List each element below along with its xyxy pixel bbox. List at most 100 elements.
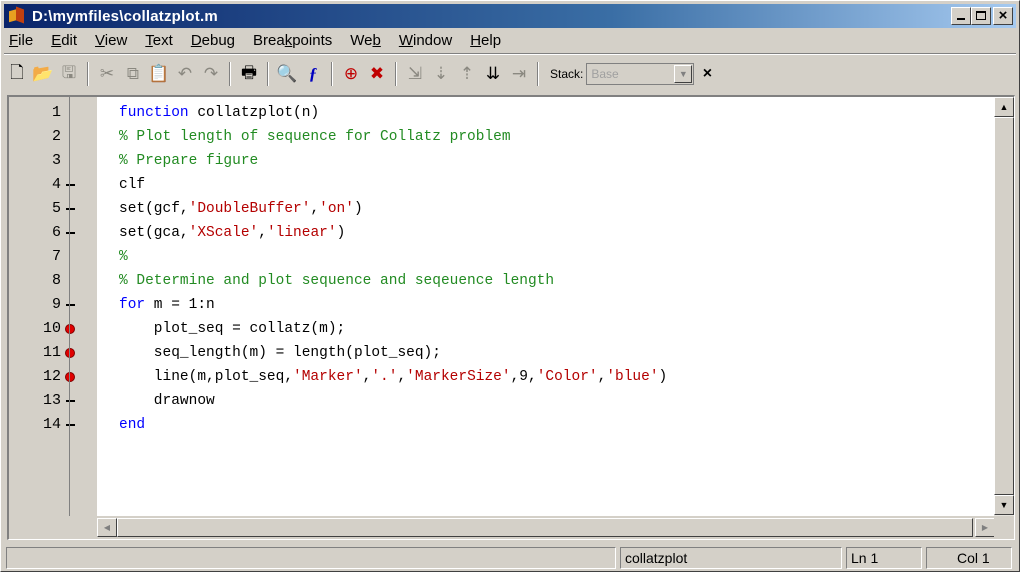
breakpoint-icon[interactable]	[63, 365, 77, 389]
line-number: 8	[51, 272, 61, 289]
scroll-down-icon[interactable]: ▼	[994, 495, 1014, 515]
step-in-icon[interactable]: ⇣	[428, 61, 454, 87]
close-button[interactable]: ×	[993, 7, 1013, 25]
empty-marker[interactable]	[63, 245, 77, 269]
close-icon[interactable]: ×	[698, 65, 716, 83]
gutter-row[interactable]: 10	[9, 317, 97, 341]
scroll-right-icon[interactable]: ▶	[975, 518, 995, 537]
copy-icon[interactable]: ⧉	[120, 61, 146, 87]
menu-debug[interactable]: Debug	[182, 30, 244, 52]
gutter-row[interactable]: 2	[9, 125, 97, 149]
gutter-row[interactable]: 11	[9, 341, 97, 365]
code-area[interactable]: function collatzplot(n)% Plot length of …	[97, 97, 995, 517]
toolbar: 🗋 📂 🖫 ✂ ⧉ 📋 ↶ ↷ 🖶 🔍 ƒ ⊕ ✖ ⇲ ⇣ ⇡ ⇊ ⇥ Stac…	[4, 57, 1016, 91]
menu-bar: File Edit View Text Debug Breakpoints Web Windo…	[4, 29, 1016, 53]
toolbar-separator	[395, 62, 397, 86]
gutter-row[interactable]: 12	[9, 365, 97, 389]
code-line[interactable]: drawnow	[119, 389, 215, 413]
gutter-row[interactable]: 3	[9, 149, 97, 173]
save-icon[interactable]: 🖫	[56, 61, 82, 87]
code-line[interactable]: seq_length(m) = length(plot_seq);	[119, 341, 441, 365]
gutter-row[interactable]: 5	[9, 197, 97, 221]
breakpoint-icon[interactable]	[63, 317, 77, 341]
executable-line-marker[interactable]	[63, 197, 77, 221]
executable-line-marker[interactable]	[63, 173, 77, 197]
scroll-left-icon[interactable]: ◀	[97, 518, 117, 537]
set-breakpoint-icon[interactable]: ⊕	[338, 61, 364, 87]
paste-icon[interactable]: 📋	[146, 61, 172, 87]
menu-window[interactable]: Window	[390, 30, 461, 52]
code-editor[interactable]: 1 2 3 4 5 6 7 8 9 10 11 12 13 14 function collatzplot…	[7, 95, 1015, 540]
redo-icon[interactable]: ↷	[198, 61, 224, 87]
scroll-up-icon[interactable]: ▲	[994, 97, 1014, 117]
empty-marker[interactable]	[63, 269, 77, 293]
code-line[interactable]: %	[119, 245, 128, 269]
menu-web[interactable]: Web	[341, 30, 390, 52]
stack-dropdown[interactable]: Base ▼	[586, 63, 695, 85]
menu-text[interactable]: Text	[136, 30, 182, 52]
executable-line-marker[interactable]	[63, 413, 77, 437]
menu-help[interactable]: Help	[461, 30, 510, 52]
gutter-row[interactable]: 13	[9, 389, 97, 413]
exit-debug-icon[interactable]: ⇥	[506, 61, 532, 87]
undo-icon[interactable]: ↶	[172, 61, 198, 87]
menu-view[interactable]: View	[86, 30, 136, 52]
step-out-icon[interactable]: ⇡	[454, 61, 480, 87]
line-number: 10	[42, 320, 61, 337]
executable-line-marker[interactable]	[63, 221, 77, 245]
code-line[interactable]: function collatzplot(n)	[119, 101, 319, 125]
chevron-down-icon[interactable]: ▼	[674, 65, 693, 83]
code-line[interactable]: for m = 1:n	[119, 293, 215, 317]
gutter-row[interactable]: 7	[9, 245, 97, 269]
code-line[interactable]: set(gca,'XScale','linear')	[119, 221, 345, 245]
minimize-icon	[957, 18, 965, 20]
open-file-icon[interactable]: 📂	[30, 61, 56, 87]
breakpoint-icon[interactable]	[63, 341, 77, 365]
line-number: 4	[51, 176, 61, 193]
line-number: 7	[51, 248, 61, 265]
horizontal-scrollbar[interactable]: ◀ ▶	[97, 516, 995, 539]
code-line[interactable]: clf	[119, 173, 145, 197]
step-icon[interactable]: ⇲	[402, 61, 428, 87]
code-line[interactable]: line(m,plot_seq,'Marker','.','MarkerSize…	[119, 365, 667, 389]
line-number-gutter[interactable]: 1 2 3 4 5 6 7 8 9 10 11 12 13 14	[9, 97, 97, 517]
code-line[interactable]: % Determine and plot sequence and seqeue…	[119, 269, 554, 293]
maximize-button[interactable]	[971, 7, 991, 25]
title-bar[interactable]: D:\mymfiles\collatzplot.m ×	[4, 4, 1016, 28]
code-line[interactable]: end	[119, 413, 145, 437]
code-line[interactable]: % Plot length of sequence for Collatz pr…	[119, 125, 511, 149]
empty-marker[interactable]	[63, 101, 77, 125]
line-number: 1	[51, 104, 61, 121]
code-line[interactable]: plot_seq = collatz(m);	[119, 317, 345, 341]
gutter-row[interactable]: 9	[9, 293, 97, 317]
gutter-row[interactable]: 8	[9, 269, 97, 293]
gutter-row[interactable]: 1	[9, 101, 97, 125]
menu-breakpoints[interactable]: Breakpoints	[244, 30, 341, 52]
empty-marker[interactable]	[63, 125, 77, 149]
toolbar-separator	[229, 62, 231, 86]
gutter-bottom	[9, 516, 97, 539]
continue-icon[interactable]: ⇊	[480, 61, 506, 87]
clear-breakpoints-icon[interactable]: ✖	[364, 61, 390, 87]
window-title: D:\mymfiles\collatzplot.m	[32, 7, 218, 25]
minimize-button[interactable]	[951, 7, 971, 25]
code-line[interactable]: % Prepare figure	[119, 149, 258, 173]
print-icon[interactable]: 🖶	[236, 61, 262, 87]
gutter-row[interactable]: 4	[9, 173, 97, 197]
find-icon[interactable]: 🔍	[274, 61, 300, 87]
gutter-row[interactable]: 14	[9, 413, 97, 437]
empty-marker[interactable]	[63, 149, 77, 173]
close-icon: ×	[998, 7, 1008, 24]
function-icon[interactable]: ƒ	[300, 61, 326, 87]
vertical-scroll-thumb[interactable]	[994, 117, 1014, 495]
menu-file[interactable]: File	[4, 30, 42, 52]
code-line[interactable]: set(gcf,'DoubleBuffer','on')	[119, 197, 363, 221]
executable-line-marker[interactable]	[63, 389, 77, 413]
new-file-icon[interactable]: 🗋	[4, 61, 30, 87]
gutter-row[interactable]: 6	[9, 221, 97, 245]
vertical-scrollbar[interactable]: ▲ ▼	[994, 97, 1014, 517]
horizontal-scroll-thumb[interactable]	[117, 518, 973, 537]
cut-icon[interactable]: ✂	[94, 61, 120, 87]
menu-edit[interactable]: Edit	[42, 30, 86, 52]
executable-line-marker[interactable]	[63, 293, 77, 317]
